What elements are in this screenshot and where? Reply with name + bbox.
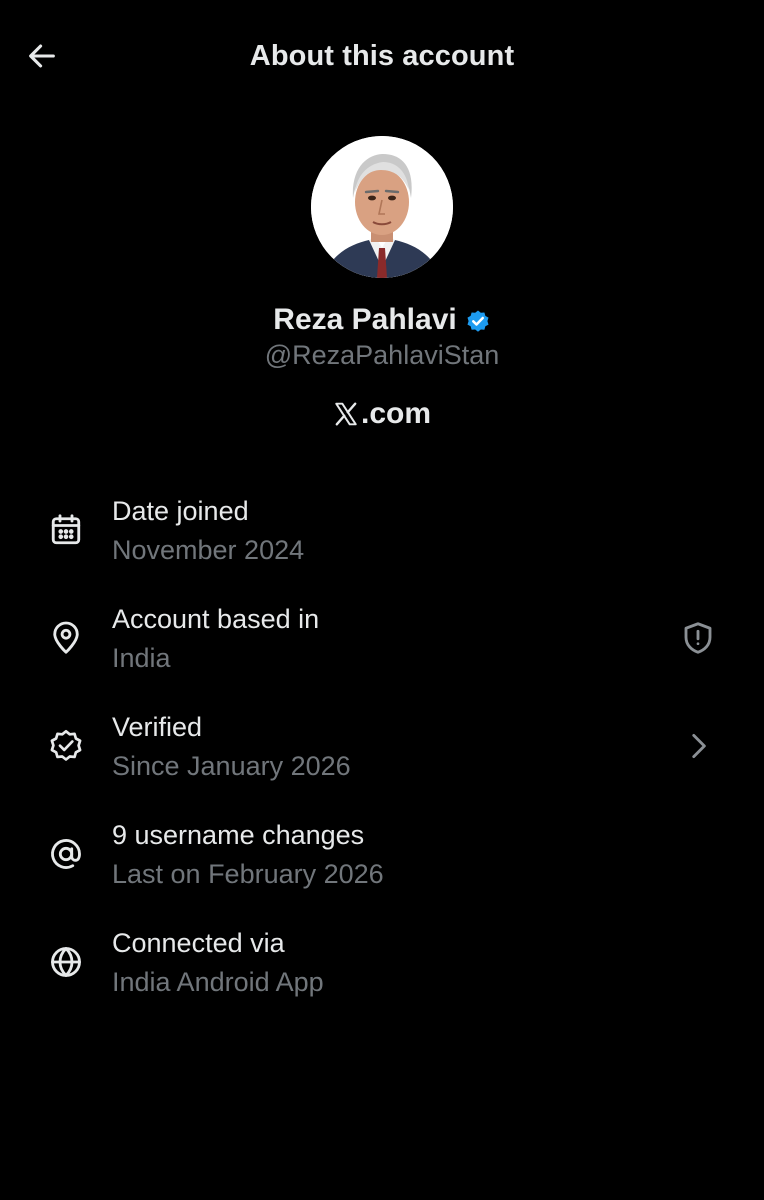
info-row-verified[interactable]: Verified Since January 2026	[0, 710, 764, 800]
info-label: Account based in	[112, 604, 320, 634]
name-row: Reza Pahlavi	[0, 300, 764, 340]
info-label: Connected via	[112, 928, 285, 958]
display-name: Reza Pahlavi	[273, 303, 457, 336]
x-logo-icon	[335, 402, 357, 426]
page-title: About this account	[249, 40, 515, 72]
profile-handle: @RezaPahlaviStan	[264, 340, 500, 370]
at-sign-icon	[46, 834, 86, 874]
info-value: November 2024	[112, 535, 305, 565]
info-row-date-joined: Date joined November 2024	[0, 494, 764, 584]
info-value: Since January 2026	[112, 751, 351, 781]
location-pin-icon	[46, 618, 86, 658]
about-account-screen: About this account Reza Pahlavi @RezaPah…	[0, 0, 764, 1200]
info-value: Last on February 2026	[112, 859, 384, 889]
info-label: 9 username changes	[112, 820, 365, 850]
calendar-icon	[46, 510, 86, 550]
account-site-link[interactable]: .com	[0, 394, 764, 434]
avatar[interactable]	[311, 136, 453, 278]
verified-check-icon	[46, 726, 86, 766]
info-label: Date joined	[112, 496, 249, 526]
site-text: .com	[360, 397, 432, 430]
info-label: Verified	[112, 712, 203, 742]
info-row-connected-via: Connected via India Android App	[0, 926, 764, 1016]
chevron-right-icon[interactable]	[678, 726, 718, 766]
top-bar: About this account	[0, 0, 764, 112]
info-row-username-changes: 9 username changes Last on February 2026	[0, 818, 764, 908]
info-value: India Android App	[112, 967, 324, 997]
verified-badge-icon	[467, 310, 489, 332]
globe-icon	[46, 942, 86, 982]
info-row-account-based-in: Account based in India	[0, 602, 764, 692]
info-value: India	[112, 643, 171, 673]
shield-alert-icon[interactable]	[678, 618, 718, 658]
